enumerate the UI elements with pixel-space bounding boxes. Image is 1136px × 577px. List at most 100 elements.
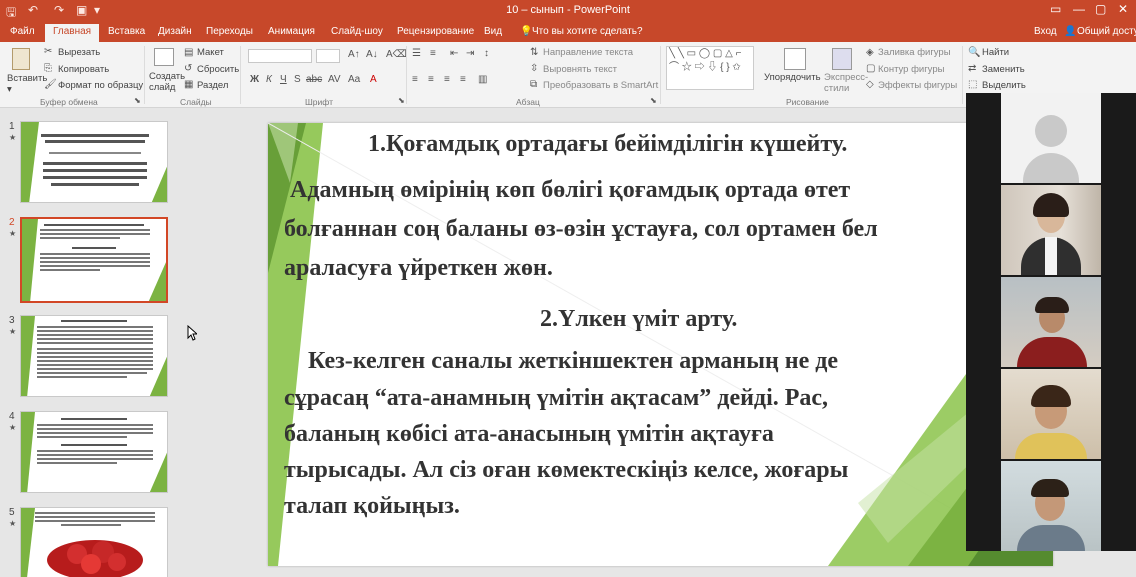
copy-icon[interactable]: ⎘ xyxy=(44,63,52,74)
smartart-button[interactable]: Преобразовать в SmartArt xyxy=(543,80,658,91)
quick-styles-icon[interactable] xyxy=(832,48,852,70)
bullets-icon[interactable]: ☰ xyxy=(412,48,421,59)
select-button[interactable]: Выделить xyxy=(982,80,1026,91)
align-text-icon[interactable]: ⇳ xyxy=(530,63,538,74)
ribbon-display-icon[interactable]: ▭ xyxy=(1050,2,1061,16)
slide-paragraph-line[interactable]: Кез-келген саналы жеткіншектен арманың н… xyxy=(308,348,838,375)
format-painter-button[interactable]: Формат по образцу xyxy=(58,80,143,91)
format-painter-icon[interactable]: 🖌 xyxy=(44,79,57,90)
copy-button[interactable]: Копировать xyxy=(58,64,109,75)
slide-paragraph-line[interactable]: талап қойыңыз. xyxy=(284,493,460,520)
shape-fill-button[interactable]: Заливка фигуры xyxy=(878,47,951,58)
tab-file[interactable]: Файл xyxy=(10,26,35,37)
restore-button[interactable]: ▢ xyxy=(1095,2,1106,16)
align-right-icon[interactable]: ≡ xyxy=(444,74,450,85)
share-button[interactable]: Общий доступ xyxy=(1077,26,1136,37)
shape-fill-icon[interactable]: ◈ xyxy=(866,47,874,58)
strikethrough-icon[interactable]: abc xyxy=(306,74,322,85)
shape-effects-button[interactable]: Эффекты фигуры xyxy=(878,80,957,91)
justify-icon[interactable]: ≡ xyxy=(460,74,466,85)
font-launcher-icon[interactable]: ⬊ xyxy=(398,96,405,105)
select-icon[interactable]: ⬚ xyxy=(968,79,977,90)
bold-icon[interactable]: Ж xyxy=(250,74,259,85)
quick-styles-button[interactable]: Экспресс-стили xyxy=(824,72,868,94)
text-direction-icon[interactable]: ⇅ xyxy=(530,47,538,58)
align-left-icon[interactable]: ≡ xyxy=(412,74,418,85)
participant-tile[interactable] xyxy=(966,369,1136,459)
paste-button[interactable]: Вставить xyxy=(7,73,47,84)
slide-paragraph-line[interactable]: араласуға үйреткен жөн. xyxy=(284,255,553,282)
font-color-icon[interactable]: A xyxy=(370,74,377,85)
tab-home[interactable]: Главная xyxy=(45,24,100,42)
minimize-button[interactable]: — xyxy=(1073,2,1085,16)
line2-shape-icon[interactable]: ╲ xyxy=(678,48,684,59)
slide-heading-1[interactable]: 1.Қоғамдық ортадағы бейімділігін күшейту… xyxy=(368,131,847,158)
rect2-shape-icon[interactable]: ▢ xyxy=(713,48,722,59)
smartart-icon[interactable]: ⧉ xyxy=(530,79,537,90)
slide-paragraph-line[interactable]: болғаннан соң баланы өз-өзін ұстауға, со… xyxy=(284,216,878,243)
close-button[interactable]: ✕ xyxy=(1118,2,1128,16)
slide-thumbnail-5[interactable] xyxy=(20,507,168,577)
increase-font-icon[interactable]: A↑ xyxy=(348,49,360,60)
text-direction-button[interactable]: Направление текста xyxy=(543,47,633,58)
paragraph-launcher-icon[interactable]: ⬊ xyxy=(650,96,657,105)
star-shape-icon[interactable]: ☆ xyxy=(682,62,692,73)
find-button[interactable]: Найти xyxy=(982,47,1009,58)
shape-effects-icon[interactable]: ◇ xyxy=(866,79,874,90)
tab-animations[interactable]: Анимация xyxy=(268,26,315,37)
clear-format-icon[interactable]: A⌫ xyxy=(386,49,407,60)
cut-icon[interactable]: ✂ xyxy=(44,46,52,57)
arrow2-shape-icon[interactable]: ⇩ xyxy=(707,62,717,73)
shape-outline-icon[interactable]: ▢ xyxy=(866,63,875,74)
tri-shape-icon[interactable]: △ xyxy=(725,48,733,59)
participant-tile[interactable] xyxy=(966,185,1136,275)
line-spacing-icon[interactable]: ↕ xyxy=(484,48,489,59)
oval-shape-icon[interactable]: ◯ xyxy=(699,48,710,59)
signin-link[interactable]: Вход xyxy=(1034,26,1057,37)
line-shape-icon[interactable]: ╲ xyxy=(669,48,675,59)
italic-icon[interactable]: К xyxy=(266,74,272,85)
reset-icon[interactable]: ↺ xyxy=(184,63,192,74)
reset-button[interactable]: Сбросить xyxy=(197,64,239,75)
change-case-icon[interactable]: Aa xyxy=(348,74,360,85)
arrange-icon[interactable] xyxy=(784,48,806,70)
section-button[interactable]: Раздел xyxy=(197,80,228,91)
tab-view[interactable]: Вид xyxy=(484,26,502,37)
participant-tile[interactable] xyxy=(966,277,1136,367)
replace-icon[interactable]: ⇄ xyxy=(968,63,976,74)
new-slide-button[interactable]: Создать слайд xyxy=(149,71,185,93)
rect-shape-icon[interactable]: ▭ xyxy=(687,48,696,59)
layout-icon[interactable]: ▤ xyxy=(184,47,193,58)
slide-paragraph-line[interactable]: тырысады. Ал сіз оған көмектескіңіз келс… xyxy=(284,457,848,484)
shadow-icon[interactable]: S xyxy=(294,74,301,85)
slide-thumbnail-3[interactable] xyxy=(20,315,168,397)
shape-outline-button[interactable]: Контур фигуры xyxy=(878,64,944,75)
shapes-gallery[interactable]: ╲ ╲ ▭ ◯ ▢ △ ⌐ ⌒ ☆ ⇨ ⇩ { } ✩ xyxy=(666,46,754,90)
slide-paragraph-line[interactable]: Адамның өмірінің көп бөлігі қоғамдық орт… xyxy=(290,177,850,204)
decrease-indent-icon[interactable]: ⇤ xyxy=(450,48,458,59)
increase-indent-icon[interactable]: ⇥ xyxy=(466,48,474,59)
font-name-box[interactable] xyxy=(248,49,312,63)
brace2-shape-icon[interactable]: } xyxy=(726,62,729,73)
corner-shape-icon[interactable]: ⌐ xyxy=(736,48,742,59)
tab-insert[interactable]: Вставка xyxy=(108,26,145,37)
participant-tile[interactable] xyxy=(966,93,1136,183)
new-slide-icon[interactable] xyxy=(154,48,174,66)
replace-button[interactable]: Заменить xyxy=(982,64,1025,75)
paste-icon[interactable] xyxy=(12,48,30,70)
tab-slideshow[interactable]: Слайд-шоу xyxy=(331,26,383,37)
slide-heading-2[interactable]: 2.Үлкен үміт арту. xyxy=(540,306,737,333)
cut-button[interactable]: Вырезать xyxy=(58,47,100,58)
curve-shape-icon[interactable]: ⌒ xyxy=(669,62,679,73)
section-icon[interactable]: ▦ xyxy=(184,79,193,90)
align-center-icon[interactable]: ≡ xyxy=(428,74,434,85)
char-spacing-icon[interactable]: AV xyxy=(328,74,341,85)
underline-icon[interactable]: Ч xyxy=(280,74,287,85)
columns-icon[interactable]: ▥ xyxy=(478,74,487,85)
tell-me-search[interactable]: Что вы хотите сделать? xyxy=(532,26,643,37)
tab-transitions[interactable]: Переходы xyxy=(206,26,253,37)
layout-button[interactable]: Макет xyxy=(197,47,224,58)
star2-shape-icon[interactable]: ✩ xyxy=(732,62,740,73)
font-size-box[interactable] xyxy=(316,49,340,63)
clipboard-launcher-icon[interactable]: ⬊ xyxy=(134,96,141,105)
